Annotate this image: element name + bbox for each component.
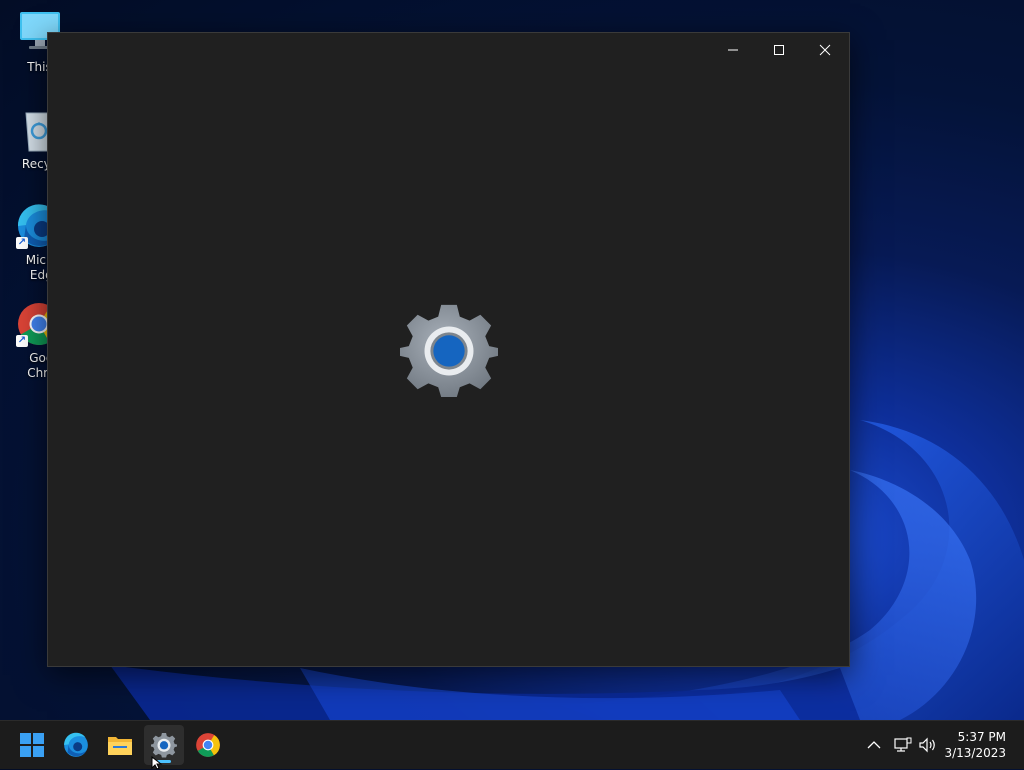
shortcut-arrow-icon: ↗ xyxy=(16,237,28,249)
gear-icon xyxy=(400,304,498,398)
taskbar-file-explorer-button[interactable] xyxy=(100,725,140,765)
maximize-button[interactable] xyxy=(756,33,802,67)
taskbar-edge-button[interactable] xyxy=(56,725,96,765)
shortcut-arrow-icon: ↗ xyxy=(16,335,28,347)
close-icon xyxy=(819,44,831,56)
volume-icon xyxy=(919,737,935,753)
taskbar-clock[interactable]: 5:37 PM 3/13/2023 xyxy=(944,729,1006,761)
start-button[interactable] xyxy=(12,725,52,765)
windows-start-icon xyxy=(20,733,44,757)
edge-icon xyxy=(64,732,88,757)
tray-network-button[interactable] xyxy=(890,721,916,769)
settings-window[interactable] xyxy=(47,32,850,667)
folder-icon xyxy=(108,737,132,755)
window-titlebar[interactable] xyxy=(48,33,849,67)
chrome-icon xyxy=(196,733,220,757)
taskbar-chrome-button[interactable] xyxy=(188,725,228,765)
tray-overflow-button[interactable] xyxy=(862,721,886,769)
chevron-up-icon xyxy=(867,741,881,749)
network-icon xyxy=(894,737,912,752)
maximize-icon xyxy=(774,45,784,55)
tray-volume-button[interactable] xyxy=(916,721,940,769)
close-button[interactable] xyxy=(802,33,848,67)
clock-time: 5:37 PM xyxy=(957,730,1006,744)
minimize-icon xyxy=(728,49,738,51)
clock-date: 3/13/2023 xyxy=(944,746,1006,760)
minimize-button[interactable] xyxy=(710,33,756,67)
gear-icon xyxy=(151,733,177,758)
